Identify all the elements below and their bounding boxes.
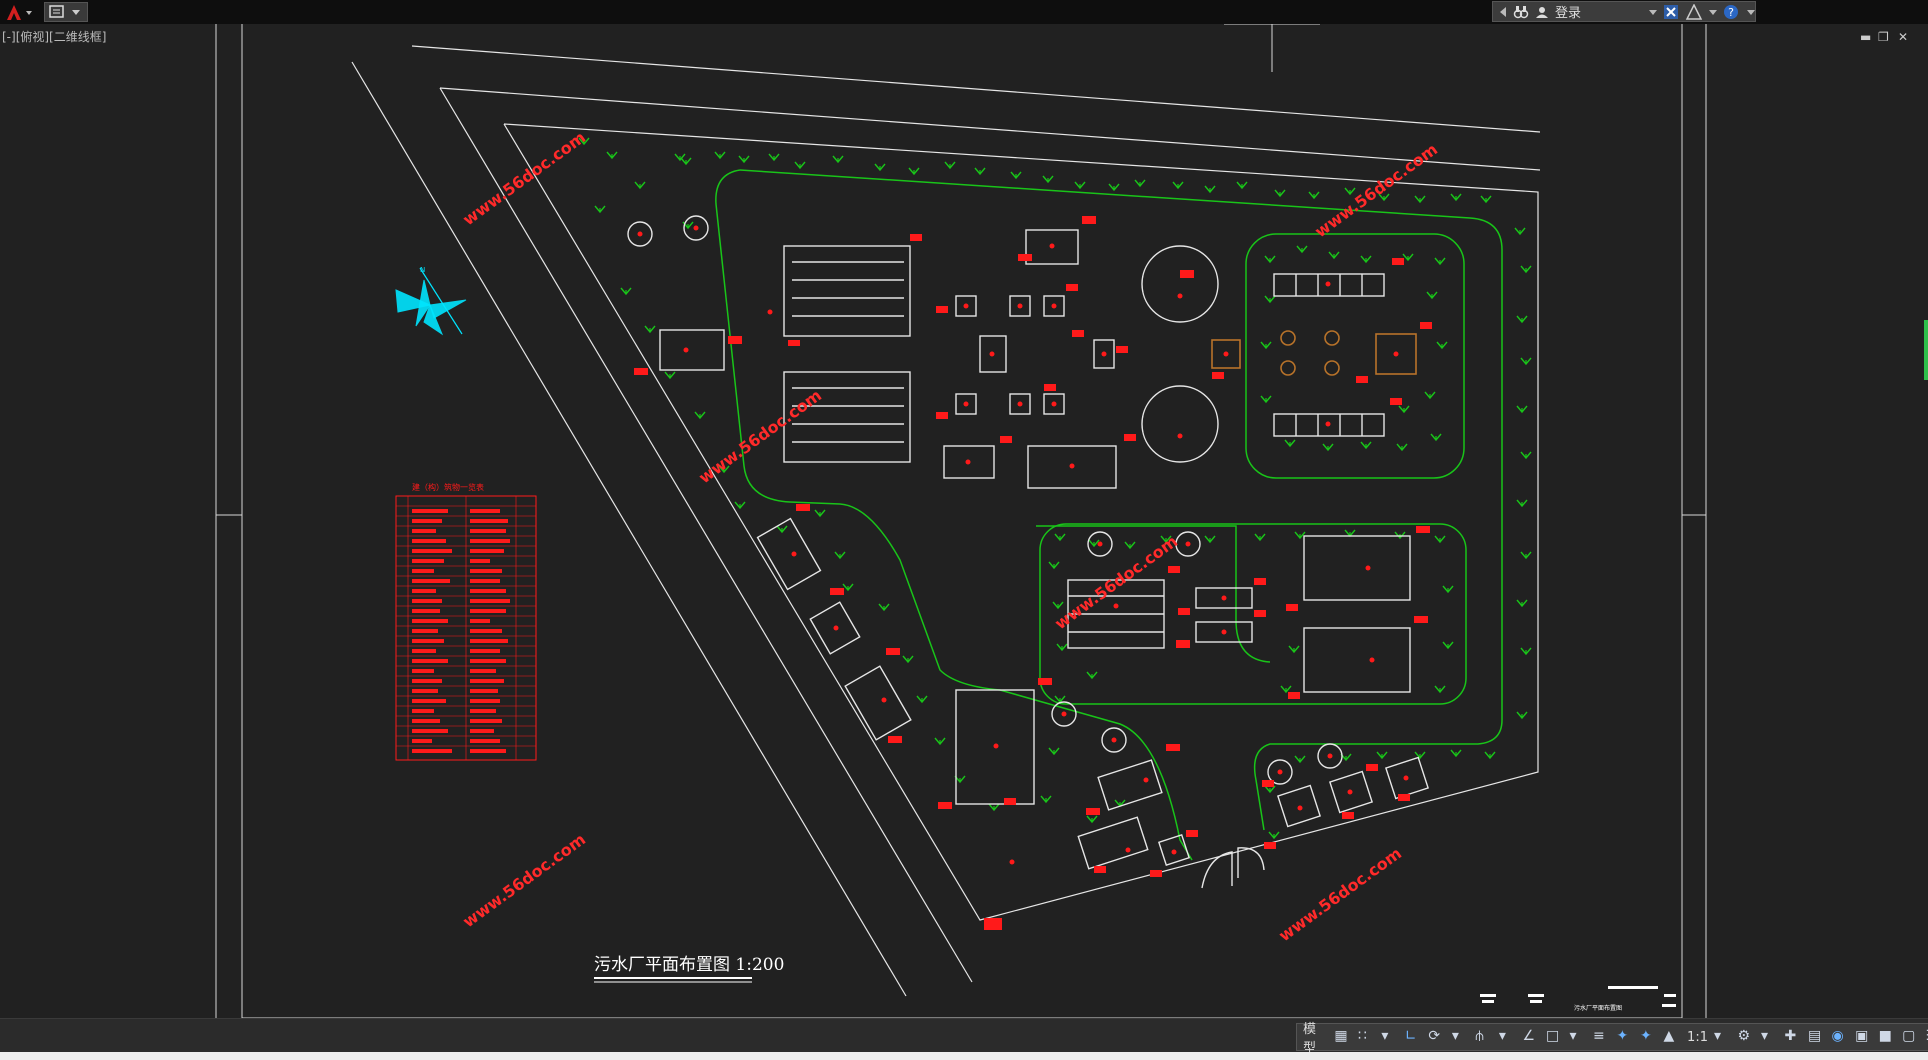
sheet-title-label: 污水厂平面布置图 <box>1574 1004 1622 1012</box>
status-bar-tools: 模型 ▦ ∷ ▾ ∟ ⟳ ▾ ⫛ ▾ ∠ □ ▾ ≡ ✦ ✦ ▲ 1:1 ▾ ⚙… <box>1296 1022 1928 1056</box>
binoculars-icon[interactable] <box>1513 4 1529 20</box>
watermark-text: www.56doc.com <box>1051 532 1181 634</box>
workspace-icon <box>49 5 64 18</box>
watermark-text: www.56doc.com <box>459 830 589 932</box>
sign-in-label[interactable]: 登录 <box>1555 2 1581 21</box>
quick-access-toolbar[interactable] <box>44 2 88 22</box>
fullscreen-icon[interactable]: ▢ <box>1902 1028 1920 1046</box>
snap-grid-icon[interactable]: ∷ <box>1358 1028 1376 1046</box>
status-bar: 模型 ▦ ∷ ▾ ∟ ⟳ ▾ ⫛ ▾ ∠ □ ▾ ≡ ✦ ✦ ▲ 1:1 ▾ ⚙… <box>0 1018 1928 1056</box>
user-icon <box>1536 6 1548 18</box>
annotation-markers <box>634 216 1432 930</box>
object-snap-icon[interactable]: □ <box>1546 1028 1564 1046</box>
svg-text:建（构）筑物一览表: 建（构）筑物一览表 <box>412 482 484 492</box>
watermark-text: www.56doc.com <box>1275 844 1405 946</box>
annotation-visibility-icon[interactable]: ✦ <box>1617 1028 1635 1046</box>
lineweight-icon[interactable]: ≡ <box>1593 1028 1611 1046</box>
drawing-canvas[interactable]: 建（构）筑物一览表 N www.56doc.com www.56doc.com … <box>0 24 1928 1024</box>
sheet-title-block: 污水厂平面布置图 <box>1480 986 1676 1012</box>
equipment-items <box>1211 330 1417 376</box>
bottom-strip <box>0 1052 1928 1060</box>
grid-icon[interactable]: ▦ <box>1334 1028 1352 1046</box>
dropdown-arrow-icon[interactable]: ▾ <box>1714 1028 1732 1046</box>
isolate-objects-icon[interactable]: ▤ <box>1808 1028 1826 1046</box>
watermark-text: www.56doc.com <box>459 128 589 230</box>
dropdown-arrow-icon[interactable] <box>1747 8 1755 16</box>
help-icon[interactable]: ? <box>1723 4 1741 20</box>
structures <box>627 215 1429 889</box>
application-menu-button[interactable] <box>0 0 38 24</box>
watermark-text: www.56doc.com <box>695 386 825 488</box>
dropdown-arrow-icon[interactable]: ▾ <box>1761 1028 1779 1046</box>
chevron-left-icon[interactable] <box>1499 6 1507 18</box>
north-arrow-icon: N <box>395 266 467 336</box>
workspace-switch-icon[interactable]: ■ <box>1879 1028 1897 1046</box>
dropdown-arrow-icon[interactable]: ▾ <box>1452 1028 1470 1046</box>
gear-icon[interactable]: ⚙ <box>1737 1028 1755 1046</box>
structures-table: 建（构）筑物一览表 <box>395 482 537 761</box>
object-snap-tracking-icon[interactable]: ∠ <box>1522 1028 1540 1046</box>
dropdown-arrow-icon <box>72 10 80 15</box>
annotation-scale-icon[interactable]: ▲ <box>1664 1028 1682 1046</box>
model-space-button[interactable]: 模型 <box>1303 1018 1328 1056</box>
autocad-logo-icon <box>7 5 32 20</box>
drawing-title: 污水厂平面布置图 1:200 <box>594 955 784 975</box>
exchange-icon[interactable] <box>1663 4 1679 20</box>
scroll-indicator[interactable] <box>1924 320 1928 380</box>
dropdown-arrow-icon[interactable] <box>1649 8 1657 16</box>
dropdown-arrow-icon[interactable]: ▾ <box>1381 1028 1399 1046</box>
watermarks: www.56doc.com www.56doc.com www.56doc.co… <box>459 128 1441 946</box>
auto-scale-icon[interactable]: ✦ <box>1640 1028 1658 1046</box>
svg-text:N: N <box>420 266 425 274</box>
svg-text:?: ? <box>1728 6 1734 19</box>
dropdown-arrow-icon[interactable]: ▾ <box>1499 1028 1517 1046</box>
scale-value[interactable]: 1:1 <box>1687 1030 1708 1045</box>
sign-in-bar[interactable]: 登录 ? <box>1492 1 1756 22</box>
drawing-title-block: 污水厂平面布置图 1:200 <box>594 955 784 983</box>
a360-icon[interactable] <box>1685 3 1703 20</box>
isometric-icon[interactable]: ⫛ <box>1475 1028 1493 1046</box>
hardware-acceleration-icon[interactable]: ◉ <box>1832 1028 1850 1046</box>
dropdown-arrow-icon[interactable]: ▾ <box>1569 1028 1587 1046</box>
clean-screen-icon[interactable]: ▣ <box>1855 1028 1873 1046</box>
dropdown-arrow-icon[interactable] <box>1709 8 1717 16</box>
title-bar: 登录 ? <box>0 0 1928 24</box>
plus-icon[interactable]: ✚ <box>1785 1028 1803 1046</box>
ortho-icon[interactable]: ∟ <box>1405 1028 1423 1046</box>
polar-tracking-icon[interactable]: ⟳ <box>1428 1028 1446 1046</box>
